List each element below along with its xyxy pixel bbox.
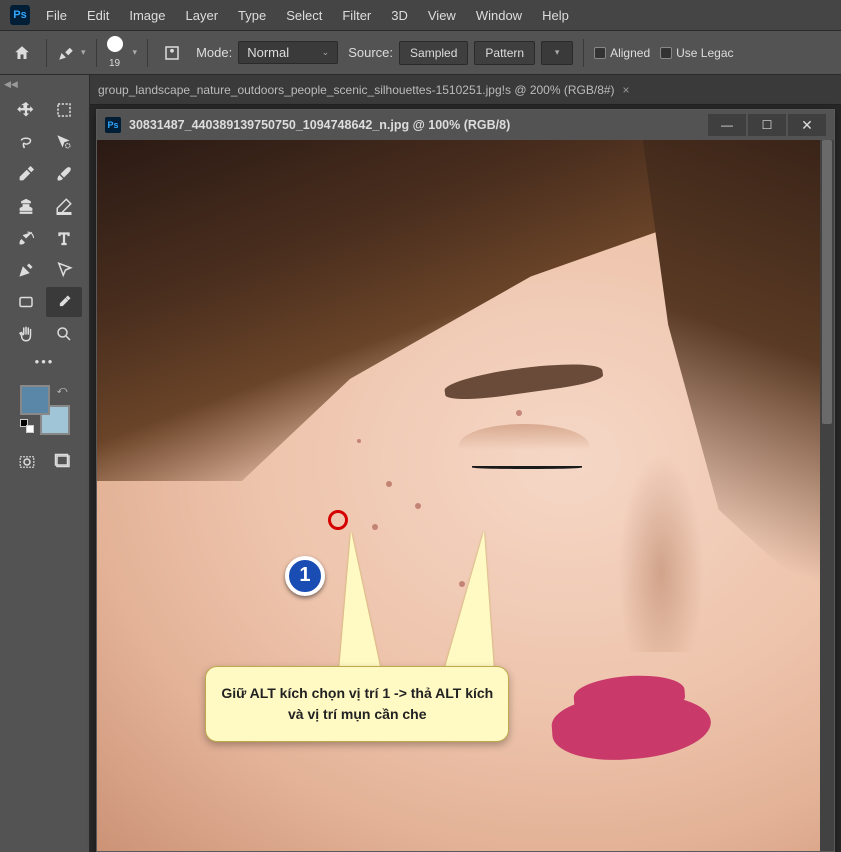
annotation-callout: Giữ ALT kích chọn vị trí 1 -> thả ALT kí…	[205, 666, 509, 742]
chevron-down-icon[interactable]: ▾	[133, 47, 138, 58]
use-legacy-label: Use Legac	[676, 46, 733, 60]
callout-pointer	[339, 531, 381, 671]
minimize-button[interactable]: —	[708, 114, 746, 136]
color-swatches[interactable]: ⤺	[20, 385, 70, 435]
divider	[583, 39, 584, 67]
callout-pointer	[444, 531, 494, 671]
brush-size-value: 19	[109, 58, 120, 69]
options-bar: ▾ 19 ▾ Mode: Normal ⌄ Source: Sampled Pa…	[0, 30, 841, 75]
menu-layer[interactable]: Layer	[176, 0, 229, 30]
default-colors-icon[interactable]	[20, 419, 34, 433]
eraser-tool[interactable]	[46, 191, 82, 221]
quick-mask-icon[interactable]	[12, 449, 42, 475]
use-legacy-checkbox[interactable]: Use Legac	[660, 46, 733, 60]
annotation-badge-1: 1	[285, 556, 325, 596]
document-area: group_landscape_nature_outdoors_people_s…	[90, 75, 841, 852]
document-titlebar[interactable]: Ps 30831487_440389139750750_1094748642_n…	[97, 110, 834, 140]
rectangle-tool[interactable]	[8, 287, 44, 317]
home-icon[interactable]	[8, 39, 36, 67]
background-document-tab[interactable]: group_landscape_nature_outdoors_people_s…	[90, 75, 841, 105]
menu-file[interactable]: File	[36, 0, 77, 30]
aligned-checkbox[interactable]: Aligned	[594, 46, 650, 60]
source-sampled-button[interactable]: Sampled	[399, 41, 468, 65]
menu-select[interactable]: Select	[276, 0, 332, 30]
mode-group: Mode: Normal ⌄	[196, 41, 338, 64]
canvas[interactable]: 1 Giữ ALT kích chọn vị trí 1 -> thả ALT …	[97, 140, 820, 851]
move-tool[interactable]	[8, 95, 44, 125]
chevron-down-icon: ⌄	[322, 47, 330, 58]
toolbox: ◀◀ ••• ⤺	[0, 75, 90, 852]
mode-label: Mode:	[196, 45, 232, 60]
source-group: Source: Sampled Pattern ▾	[348, 41, 573, 65]
menu-filter[interactable]: Filter	[332, 0, 381, 30]
divider	[46, 39, 47, 67]
close-button[interactable]: ✕	[788, 114, 826, 136]
mode-select[interactable]: Normal ⌄	[238, 41, 338, 64]
divider	[147, 39, 148, 67]
menu-3d[interactable]: 3D	[381, 0, 418, 30]
ps-icon: Ps	[105, 117, 121, 133]
menu-image[interactable]: Image	[119, 0, 175, 30]
edit-toolbar-icon[interactable]: •••	[27, 351, 63, 371]
document-window: Ps 30831487_440389139750750_1094748642_n…	[96, 109, 835, 852]
clone-stamp-tool[interactable]	[8, 191, 44, 221]
app-logo: Ps	[10, 5, 30, 25]
collapse-toolbox-icon[interactable]: ◀◀	[4, 79, 16, 91]
healing-brush-tool[interactable]	[46, 287, 82, 317]
chevron-down-icon: ▾	[81, 47, 86, 58]
marquee-tool[interactable]	[46, 95, 82, 125]
screen-mode-icon[interactable]	[48, 449, 78, 475]
source-label: Source:	[348, 45, 393, 60]
menu-view[interactable]: View	[418, 0, 466, 30]
pen-tool[interactable]	[8, 255, 44, 285]
path-select-tool[interactable]	[46, 255, 82, 285]
lasso-tool[interactable]	[8, 127, 44, 157]
checkbox-icon	[594, 47, 606, 59]
tool-preset-picker[interactable]: ▾	[57, 44, 86, 62]
document-title: 30831487_440389139750750_1094748642_n.jp…	[129, 118, 700, 132]
brush-preset-picker[interactable]: 19	[107, 36, 123, 69]
history-brush-tool[interactable]	[8, 223, 44, 253]
menu-window[interactable]: Window	[466, 0, 532, 30]
mode-value: Normal	[247, 45, 289, 60]
menu-bar: Ps File Edit Image Layer Type Select Fil…	[0, 0, 841, 30]
maximize-button[interactable]: ☐	[748, 114, 786, 136]
scrollbar-thumb[interactable]	[822, 140, 832, 424]
hand-tool[interactable]	[8, 319, 44, 349]
menu-type[interactable]: Type	[228, 0, 276, 30]
divider	[96, 39, 97, 67]
type-tool[interactable]	[46, 223, 82, 253]
menu-edit[interactable]: Edit	[77, 0, 119, 30]
swap-colors-icon[interactable]: ⤺	[57, 385, 68, 396]
close-icon[interactable]: ×	[623, 83, 630, 97]
toggle-brush-panel-icon[interactable]	[158, 39, 186, 67]
aligned-label: Aligned	[610, 46, 650, 60]
vertical-scrollbar[interactable]	[820, 140, 834, 851]
foreground-color-swatch[interactable]	[20, 385, 50, 415]
brush-dot-icon	[107, 36, 123, 52]
checkbox-icon	[660, 47, 672, 59]
document-image	[97, 140, 820, 851]
annotation-marker-circle	[328, 510, 348, 530]
eyedropper-tool[interactable]	[8, 159, 44, 189]
menu-help[interactable]: Help	[532, 0, 579, 30]
quick-select-tool[interactable]	[46, 127, 82, 157]
pattern-picker[interactable]: ▾	[541, 41, 573, 65]
background-tab-title: group_landscape_nature_outdoors_people_s…	[98, 83, 615, 97]
source-pattern-button[interactable]: Pattern	[474, 41, 535, 65]
zoom-tool[interactable]	[46, 319, 82, 349]
brush-tool[interactable]	[46, 159, 82, 189]
